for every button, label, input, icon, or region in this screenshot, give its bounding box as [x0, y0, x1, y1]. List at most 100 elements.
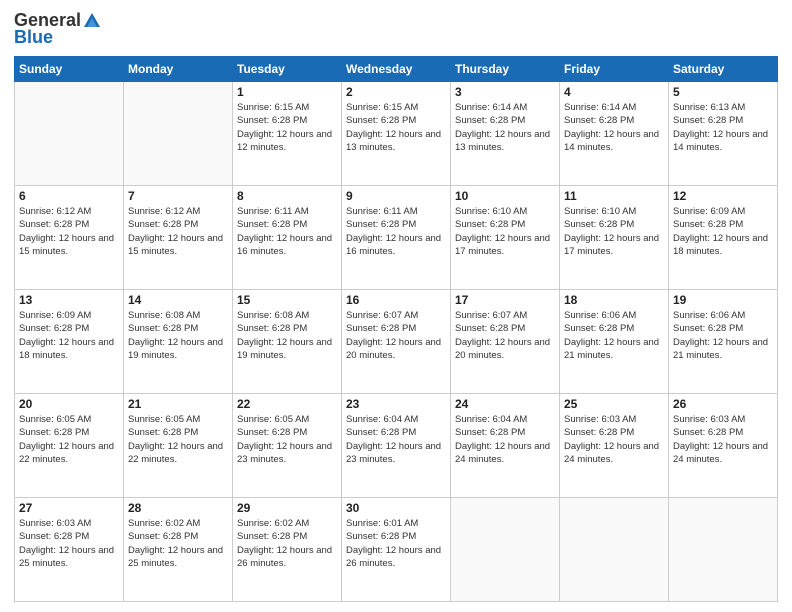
cell-date: 7 [128, 189, 228, 203]
calendar-cell: 28 Sunrise: 6:02 AM Sunset: 6:28 PM Dayli… [124, 498, 233, 602]
calendar-cell: 4 Sunrise: 6:14 AM Sunset: 6:28 PM Daylig… [560, 82, 669, 186]
calendar-week-5: 27 Sunrise: 6:03 AM Sunset: 6:28 PM Dayli… [15, 498, 778, 602]
cell-date: 19 [673, 293, 773, 307]
cell-info: Sunrise: 6:03 AM Sunset: 6:28 PM Dayligh… [673, 413, 773, 466]
calendar-cell: 22 Sunrise: 6:05 AM Sunset: 6:28 PM Dayli… [233, 394, 342, 498]
cell-info: Sunrise: 6:04 AM Sunset: 6:28 PM Dayligh… [346, 413, 446, 466]
calendar-cell [669, 498, 778, 602]
day-header-thursday: Thursday [451, 57, 560, 82]
calendar-cell: 5 Sunrise: 6:13 AM Sunset: 6:28 PM Daylig… [669, 82, 778, 186]
calendar-cell: 26 Sunrise: 6:03 AM Sunset: 6:28 PM Dayli… [669, 394, 778, 498]
cell-date: 6 [19, 189, 119, 203]
cell-date: 1 [237, 85, 337, 99]
calendar-cell: 18 Sunrise: 6:06 AM Sunset: 6:28 PM Dayli… [560, 290, 669, 394]
cell-info: Sunrise: 6:10 AM Sunset: 6:28 PM Dayligh… [564, 205, 664, 258]
cell-info: Sunrise: 6:15 AM Sunset: 6:28 PM Dayligh… [346, 101, 446, 154]
calendar-table: SundayMondayTuesdayWednesdayThursdayFrid… [14, 56, 778, 602]
calendar-cell: 9Sunrise: 6:11 AM Sunset: 6:28 PM Daylig… [342, 186, 451, 290]
cell-date: 20 [19, 397, 119, 411]
cell-date: 18 [564, 293, 664, 307]
calendar-cell: 8 Sunrise: 6:11 AM Sunset: 6:28 PM Daylig… [233, 186, 342, 290]
cell-info: Sunrise: 6:07 AM Sunset: 6:28 PM Dayligh… [346, 309, 446, 362]
cell-date: 25 [564, 397, 664, 411]
calendar-cell: 17 Sunrise: 6:07 AM Sunset: 6:28 PM Dayli… [451, 290, 560, 394]
calendar-cell: 12Sunrise: 6:09 AM Sunset: 6:28 PM Dayli… [669, 186, 778, 290]
cell-date: 29 [237, 501, 337, 515]
calendar-cell: 13 Sunrise: 6:09 AM Sunset: 6:28 PM Dayli… [15, 290, 124, 394]
cell-date: 4 [564, 85, 664, 99]
calendar-week-2: 6 Sunrise: 6:12 AM Sunset: 6:28 PM Daylig… [15, 186, 778, 290]
calendar-cell: 19 Sunrise: 6:06 AM Sunset: 6:28 PM Dayli… [669, 290, 778, 394]
cell-info: Sunrise: 6:11 AM Sunset: 6:28 PM Dayligh… [346, 205, 446, 258]
cell-date: 12 [673, 189, 773, 203]
cell-info: Sunrise: 6:05 AM Sunset: 6:28 PM Dayligh… [19, 413, 119, 466]
cell-date: 2 [346, 85, 446, 99]
cell-info: Sunrise: 6:12 AM Sunset: 6:28 PM Dayligh… [19, 205, 119, 258]
cell-date: 16 [346, 293, 446, 307]
calendar-cell [451, 498, 560, 602]
cell-info: Sunrise: 6:06 AM Sunset: 6:28 PM Dayligh… [564, 309, 664, 362]
cell-info: Sunrise: 6:05 AM Sunset: 6:28 PM Dayligh… [237, 413, 337, 466]
cell-date: 15 [237, 293, 337, 307]
cell-date: 23 [346, 397, 446, 411]
calendar-cell: 11 Sunrise: 6:10 AM Sunset: 6:28 PM Dayli… [560, 186, 669, 290]
cell-info: Sunrise: 6:15 AM Sunset: 6:28 PM Dayligh… [237, 101, 337, 154]
cell-info: Sunrise: 6:08 AM Sunset: 6:28 PM Dayligh… [237, 309, 337, 362]
day-header-friday: Friday [560, 57, 669, 82]
cell-info: Sunrise: 6:01 AM Sunset: 6:28 PM Dayligh… [346, 517, 446, 570]
calendar-cell: 30 Sunrise: 6:01 AM Sunset: 6:28 PM Dayli… [342, 498, 451, 602]
cell-info: Sunrise: 6:12 AM Sunset: 6:28 PM Dayligh… [128, 205, 228, 258]
cell-info: Sunrise: 6:14 AM Sunset: 6:28 PM Dayligh… [455, 101, 555, 154]
calendar-cell [560, 498, 669, 602]
calendar-cell: 3 Sunrise: 6:14 AM Sunset: 6:28 PM Daylig… [451, 82, 560, 186]
calendar-cell: 27 Sunrise: 6:03 AM Sunset: 6:28 PM Dayli… [15, 498, 124, 602]
logo-icon [82, 9, 102, 29]
cell-info: Sunrise: 6:08 AM Sunset: 6:28 PM Dayligh… [128, 309, 228, 362]
day-header-sunday: Sunday [15, 57, 124, 82]
cell-info: Sunrise: 6:05 AM Sunset: 6:28 PM Dayligh… [128, 413, 228, 466]
page-header: General Blue [14, 10, 778, 48]
calendar-cell: 29 Sunrise: 6:02 AM Sunset: 6:28 PM Dayli… [233, 498, 342, 602]
cell-info: Sunrise: 6:04 AM Sunset: 6:28 PM Dayligh… [455, 413, 555, 466]
day-header-saturday: Saturday [669, 57, 778, 82]
calendar-cell: 14 Sunrise: 6:08 AM Sunset: 6:28 PM Dayli… [124, 290, 233, 394]
calendar-cell: 24Sunrise: 6:04 AM Sunset: 6:28 PM Dayli… [451, 394, 560, 498]
cell-info: Sunrise: 6:13 AM Sunset: 6:28 PM Dayligh… [673, 101, 773, 154]
cell-date: 8 [237, 189, 337, 203]
calendar-week-4: 20 Sunrise: 6:05 AM Sunset: 6:28 PM Dayli… [15, 394, 778, 498]
cell-date: 13 [19, 293, 119, 307]
calendar-cell: 20 Sunrise: 6:05 AM Sunset: 6:28 PM Dayli… [15, 394, 124, 498]
calendar-cell: 15 Sunrise: 6:08 AM Sunset: 6:28 PM Dayli… [233, 290, 342, 394]
calendar-week-1: 1 Sunrise: 6:15 AM Sunset: 6:28 PM Daylig… [15, 82, 778, 186]
logo: General Blue [14, 10, 102, 48]
cell-info: Sunrise: 6:02 AM Sunset: 6:28 PM Dayligh… [237, 517, 337, 570]
cell-info: Sunrise: 6:03 AM Sunset: 6:28 PM Dayligh… [19, 517, 119, 570]
day-header-tuesday: Tuesday [233, 57, 342, 82]
cell-date: 28 [128, 501, 228, 515]
calendar-cell: 1 Sunrise: 6:15 AM Sunset: 6:28 PM Daylig… [233, 82, 342, 186]
cell-date: 30 [346, 501, 446, 515]
cell-info: Sunrise: 6:11 AM Sunset: 6:28 PM Dayligh… [237, 205, 337, 258]
day-header-wednesday: Wednesday [342, 57, 451, 82]
day-header-monday: Monday [124, 57, 233, 82]
calendar-week-3: 13 Sunrise: 6:09 AM Sunset: 6:28 PM Dayli… [15, 290, 778, 394]
cell-info: Sunrise: 6:09 AM Sunset: 6:28 PM Dayligh… [19, 309, 119, 362]
cell-info: Sunrise: 6:06 AM Sunset: 6:28 PM Dayligh… [673, 309, 773, 362]
cell-date: 27 [19, 501, 119, 515]
calendar-header-row: SundayMondayTuesdayWednesdayThursdayFrid… [15, 57, 778, 82]
cell-date: 17 [455, 293, 555, 307]
calendar-cell: 21Sunrise: 6:05 AM Sunset: 6:28 PM Dayli… [124, 394, 233, 498]
cell-date: 14 [128, 293, 228, 307]
cell-date: 22 [237, 397, 337, 411]
calendar-cell: 2 Sunrise: 6:15 AM Sunset: 6:28 PM Daylig… [342, 82, 451, 186]
cell-info: Sunrise: 6:02 AM Sunset: 6:28 PM Dayligh… [128, 517, 228, 570]
cell-date: 26 [673, 397, 773, 411]
calendar-cell: 16 Sunrise: 6:07 AM Sunset: 6:28 PM Dayli… [342, 290, 451, 394]
cell-date: 5 [673, 85, 773, 99]
cell-date: 3 [455, 85, 555, 99]
cell-date: 11 [564, 189, 664, 203]
cell-info: Sunrise: 6:10 AM Sunset: 6:28 PM Dayligh… [455, 205, 555, 258]
cell-info: Sunrise: 6:03 AM Sunset: 6:28 PM Dayligh… [564, 413, 664, 466]
cell-info: Sunrise: 6:14 AM Sunset: 6:28 PM Dayligh… [564, 101, 664, 154]
cell-info: Sunrise: 6:07 AM Sunset: 6:28 PM Dayligh… [455, 309, 555, 362]
